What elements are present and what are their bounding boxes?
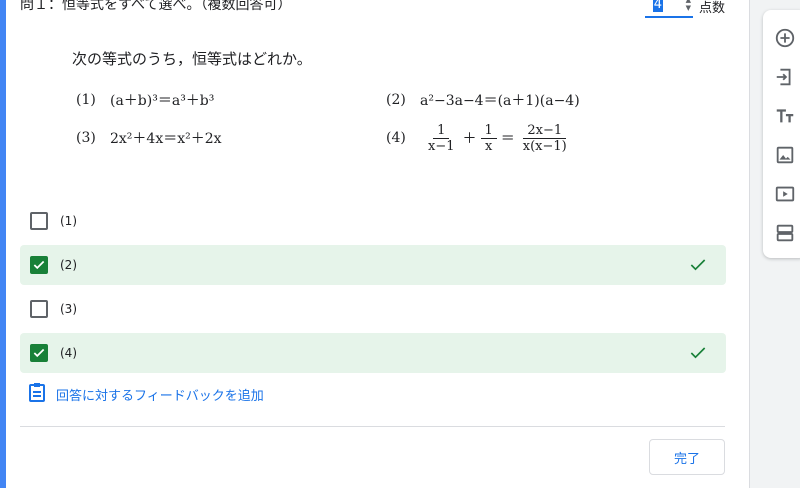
fraction: 1 x−1 [424,123,459,154]
formula-expression: a²−3a−4＝(a＋1)(a−4) [420,93,580,109]
points-value[interactable]: 4 [652,0,663,12]
answer-option[interactable]: (1) [20,201,726,241]
points-input[interactable]: 4 ▲ ▼ [644,0,693,18]
checkbox-checked[interactable] [30,256,48,274]
answer-option[interactable]: (3) [20,289,726,329]
fraction-denominator: x [484,138,493,154]
feedback-clipboard-icon [28,382,46,406]
formula-row: (3) 2x²＋4x＝x²＋2x (4) 1 x−1 ＋ 1 x ＝ 2x−1 … [72,119,692,157]
option-label: (4) [60,346,77,360]
question-title[interactable]: 問１：恒等式をすべて選べ。（複数回答可） [20,0,291,14]
formula-2: (2) a²−3a−4＝(a＋1)(a−4) [382,90,692,110]
correct-answer-icon [688,255,708,279]
formula-number: (4) [386,130,406,146]
divider [20,426,725,427]
checkmark-icon [33,348,45,358]
fraction-denominator: x−1 [428,138,455,154]
points-control: 4 ▲ ▼ 点数 [644,0,725,18]
add-image-icon[interactable] [767,135,800,174]
formula-1: (1) (a＋b)³＝a³＋b³ [72,90,382,110]
formula-expression: (a＋b)³＝a³＋b³ [110,93,215,109]
add-title-icon[interactable] [767,96,800,135]
answer-option-correct[interactable]: (4) [20,333,726,373]
option-label: (2) [60,258,77,272]
fraction-numerator: 1 [433,123,450,139]
formula-4: (4) 1 x−1 ＋ 1 x ＝ 2x−1 x(x−1) [382,123,692,154]
checkbox-checked[interactable] [30,344,48,362]
formula-3: (3) 2x²＋4x＝x²＋2x [72,128,382,148]
points-label: 点数 [698,0,725,16]
option-label: (3) [60,302,77,316]
checkbox[interactable] [30,300,48,318]
add-section-icon[interactable] [767,213,800,252]
checkbox[interactable] [30,212,48,230]
feedback-link-label: 回答に対するフィードバックを追加 [56,388,264,404]
fraction-numerator: 2x−1 [523,123,567,139]
formula-number: (1) [76,92,96,108]
formula-number: (2) [386,92,406,108]
question-card: 問１：恒等式をすべて選べ。（複数回答可） 4 ▲ ▼ 点数 次の等式のうち，恒等式… [0,0,750,488]
fraction-numerator: 1 [480,123,497,139]
import-questions-icon[interactable] [767,57,800,96]
add-question-icon[interactable] [767,18,800,57]
formula-row: (1) (a＋b)³＝a³＋b³ (2) a²−3a−4＝(a＋1)(a−4) [72,81,692,119]
points-spinner-icon[interactable]: ▲ ▼ [686,0,691,12]
formula-number: (3) [76,130,96,146]
option-label: (1) [60,214,77,228]
problem-image: 次の等式のうち，恒等式はどれか。 (1) (a＋b)³＝a³＋b³ (2) a²… [72,48,692,157]
add-video-icon[interactable] [767,174,800,213]
formula-expression: 2x²＋4x＝x²＋2x [110,131,222,147]
fraction: 1 x [480,123,497,154]
fraction-denominator: x(x−1) [522,138,567,154]
plus-sign: ＋ [462,131,477,147]
answer-options: (1) (2) (3) (4) [20,201,726,377]
equals-sign: ＝ [500,131,515,147]
checkmark-icon [33,260,45,270]
done-button[interactable]: 完了 [649,439,725,475]
side-toolbar [763,10,800,258]
correct-answer-icon [688,343,708,367]
answer-option-correct[interactable]: (2) [20,245,726,285]
fraction: 2x−1 x(x−1) [519,123,571,154]
problem-title: 次の等式のうち，恒等式はどれか。 [72,50,312,68]
add-feedback-link[interactable]: 回答に対するフィードバックを追加 [28,382,264,406]
